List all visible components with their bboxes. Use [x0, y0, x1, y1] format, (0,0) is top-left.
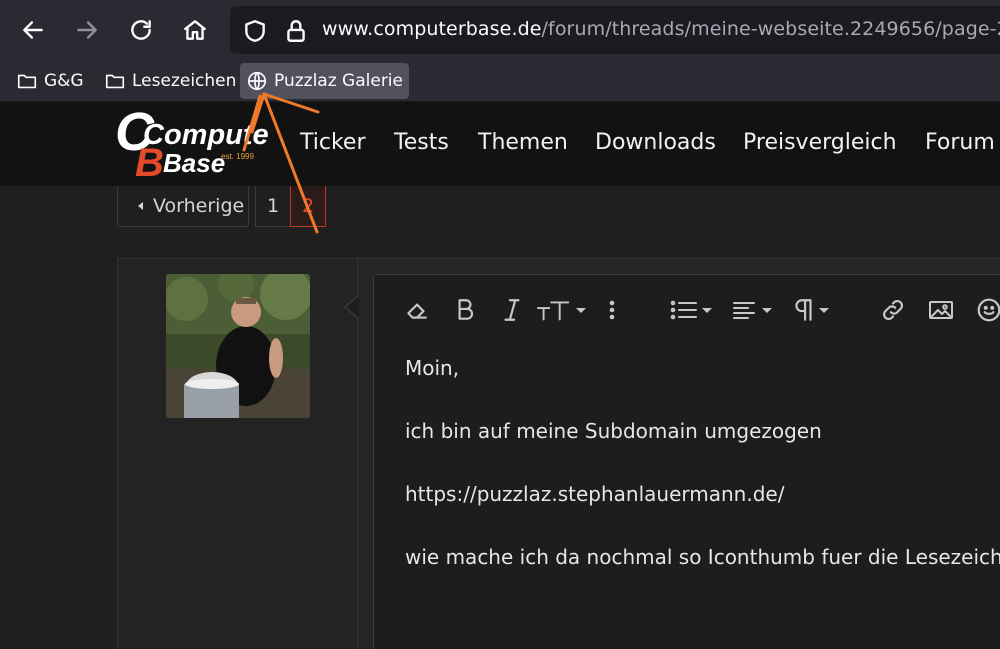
nav-forum[interactable]: Forum [925, 130, 995, 155]
shield-icon[interactable] [242, 18, 268, 44]
computerbase-logo[interactable]: C Computer B Base est. 1999 [113, 110, 268, 178]
bookmark-folder-gg[interactable]: G&G [10, 63, 90, 99]
url-text: www.computerbase.de/forum/threads/meine-… [322, 18, 1000, 40]
reply-editor[interactable]: Moin, ich bin auf meine Subdomain umgezo… [373, 274, 1000, 649]
url-path: /forum/threads/meine-webseite.2249656/pa… [541, 18, 1000, 40]
browser-toolbar: www.computerbase.de/forum/threads/meine-… [0, 0, 1000, 60]
chevron-down-icon [702, 307, 712, 313]
bookmark-label: Puzzlaz Galerie [274, 71, 403, 91]
nav-preisvergleich[interactable]: Preisvergleich [743, 130, 897, 155]
reload-button[interactable] [121, 10, 161, 50]
home-button[interactable] [175, 10, 215, 50]
eraser-button[interactable] [400, 293, 434, 327]
editor-line-2: ich bin auf meine Subdomain umgezogen [405, 419, 822, 443]
chevron-down-icon [576, 307, 586, 313]
list-button[interactable] [667, 293, 715, 327]
italic-button[interactable] [497, 293, 527, 327]
text-size-icon [536, 301, 570, 321]
back-button[interactable] [13, 10, 53, 50]
image-icon [929, 301, 953, 319]
bookmark-label: G&G [44, 71, 84, 91]
nav-ticker[interactable]: Ticker [300, 130, 366, 155]
page-content: Vorherige 1 2 Moin, ich bin auf meine Su… [0, 186, 1000, 649]
align-button[interactable] [729, 293, 775, 327]
site-header: C Computer B Base est. 1999 Ticker Tests… [0, 102, 1000, 186]
font-size-button[interactable] [536, 293, 586, 327]
svg-text:B: B [135, 141, 164, 178]
globe-icon [247, 71, 267, 91]
page-button-1[interactable]: 1 [255, 186, 291, 227]
nav-tests[interactable]: Tests [394, 130, 449, 155]
link-icon [883, 300, 903, 320]
list-icon [670, 300, 697, 320]
folder-icon [17, 74, 37, 89]
url-host: www.computerbase.de [322, 18, 542, 40]
bold-icon [458, 299, 474, 320]
bookmark-label: Lesezeichen [132, 71, 237, 91]
editor-line-1: Moin, [405, 356, 460, 380]
previous-label: Vorherige [153, 195, 245, 217]
forward-icon [77, 21, 97, 39]
italic-icon [504, 299, 520, 321]
bookmarks-toolbar: G&G Lesezeichen Puzzlaz Galerie [0, 60, 1000, 102]
chevron-down-icon [819, 307, 829, 313]
user-avatar[interactable] [166, 274, 310, 418]
nav-downloads[interactable]: Downloads [595, 130, 716, 155]
chevron-down-icon [762, 307, 772, 313]
reload-icon [131, 20, 151, 40]
bookmark-folder-lesezeichen[interactable]: Lesezeichen [98, 63, 242, 99]
folder-icon [105, 74, 125, 89]
more-button[interactable] [604, 293, 620, 327]
back-icon [23, 21, 43, 39]
eraser-icon [407, 303, 427, 319]
nav-themen[interactable]: Themen [478, 130, 568, 155]
paragraph-button[interactable] [788, 293, 834, 327]
more-vertical-icon [609, 300, 615, 320]
align-icon [733, 302, 755, 319]
user-column [118, 259, 358, 649]
forward-button[interactable] [67, 10, 107, 50]
editor-line-3: https://puzzlaz.stephanlauermann.de/ [405, 482, 785, 506]
caret-left-icon [138, 202, 143, 210]
image-button[interactable] [924, 293, 958, 327]
address-bar[interactable]: www.computerbase.de/forum/threads/meine-… [230, 6, 1000, 54]
home-icon [184, 20, 206, 40]
lock-icon[interactable] [283, 18, 309, 44]
paragraph-icon [795, 299, 812, 321]
editor-line-4: wie mache ich da nochmal so Iconthumb fu… [405, 545, 1000, 569]
logo-bottom-text: Base [163, 148, 225, 178]
bold-button[interactable] [450, 293, 480, 327]
reply-post: Moin, ich bin auf meine Subdomain umgezo… [117, 258, 1000, 649]
editor-pointer-inner [346, 296, 359, 318]
logo-est-text: est. 1999 [221, 152, 254, 161]
previous-page-button[interactable]: Vorherige [117, 186, 249, 227]
page-button-2[interactable]: 2 [290, 186, 326, 227]
bookmark-puzzlaz-galerie[interactable]: Puzzlaz Galerie [240, 63, 409, 99]
emoji-button[interactable] [972, 293, 1000, 327]
emoji-icon [977, 298, 1000, 322]
link-button[interactable] [876, 293, 910, 327]
